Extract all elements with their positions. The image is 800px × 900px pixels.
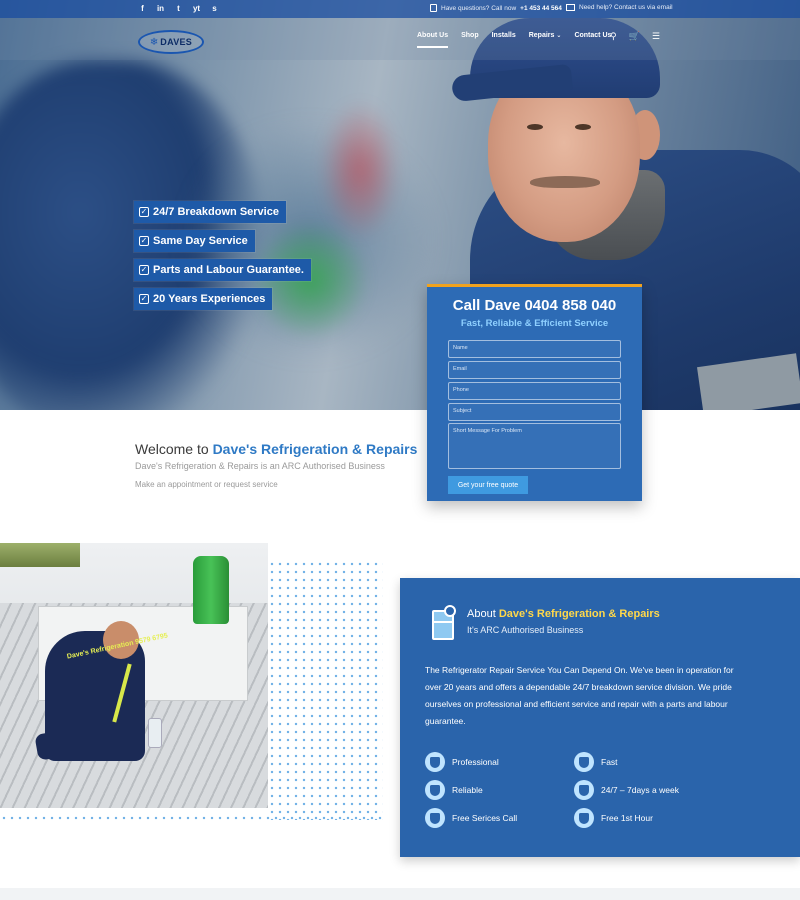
- quote-form-card: Call Dave 0404 858 040 Fast, Reliable & …: [427, 284, 642, 501]
- photo-trees: [0, 543, 80, 567]
- snowflake-icon: ❄: [149, 36, 159, 48]
- social-links: f in t yt s: [138, 3, 219, 14]
- nav-icons: ⚲ 🛒 ☰: [610, 32, 660, 41]
- email-label[interactable]: Need help? Contact us via email: [579, 4, 673, 11]
- photo-spray-bottle: [148, 718, 162, 748]
- feature-label: 24/7 – 7days a week: [601, 785, 679, 795]
- shield-icon: [574, 808, 594, 828]
- cart-icon[interactable]: 🛒: [629, 32, 640, 41]
- dot-pattern: [268, 560, 383, 820]
- subject-field[interactable]: Subject: [448, 403, 621, 421]
- main-nav: ❄ DAVES About Us Shop Installs Repairs ⌄ …: [0, 18, 800, 60]
- phone-icon: [430, 4, 437, 12]
- hero-banner: [0, 0, 800, 410]
- feature-badge-label: 24/7 Breakdown Service: [153, 206, 279, 218]
- call-label: Have questions? Call now: [441, 4, 517, 12]
- search-icon[interactable]: ⚲: [610, 32, 617, 41]
- nav-item-about-us[interactable]: About Us: [417, 32, 449, 48]
- wrench-icon: [444, 605, 456, 617]
- about-subtitle: It's ARC Authorised Business: [467, 625, 584, 635]
- about-panel: About Dave's Refrigeration & Repairs It'…: [400, 578, 800, 857]
- feature-badge-label: Parts and Labour Guarantee.: [153, 264, 304, 276]
- shield-icon: [574, 780, 594, 800]
- shield-icon: [425, 780, 445, 800]
- logo[interactable]: ❄ DAVES: [138, 30, 204, 54]
- name-field[interactable]: Name: [448, 340, 621, 358]
- feature-badge: ✓ Same Day Service: [134, 230, 255, 252]
- hero-background-red-part: [320, 100, 400, 240]
- feature-label: Fast: [601, 757, 618, 767]
- feature-badge-label: 20 Years Experiences: [153, 293, 266, 305]
- about-heading: About Dave's Refrigeration & Repairs: [467, 608, 660, 620]
- about-paragraph: The Refrigerator Repair Service You Can …: [425, 665, 734, 726]
- nav-item-shop[interactable]: Shop: [461, 32, 479, 39]
- nav-item-repairs-label: Repairs: [528, 32, 555, 39]
- shield-icon: [574, 752, 594, 772]
- linkedin-icon[interactable]: in: [156, 3, 165, 14]
- top-call[interactable]: Have questions? Call now +1 453 44 564: [430, 4, 562, 12]
- top-email[interactable]: Need help? Contact us via email: [566, 4, 673, 11]
- feature-item: Professional: [425, 752, 499, 772]
- twitter-icon[interactable]: t: [174, 3, 183, 14]
- about-prefix: About: [467, 608, 496, 620]
- nav-menu: About Us Shop Installs Repairs ⌄ Contact …: [417, 32, 624, 48]
- welcome-brand: Dave's Refrigeration & Repairs: [212, 441, 418, 457]
- welcome-cta-text: Make an appointment or request service: [135, 480, 278, 489]
- nav-item-installs[interactable]: Installs: [492, 32, 516, 39]
- call-phone[interactable]: +1 453 44 564: [520, 5, 562, 12]
- welcome-heading: Welcome to Dave's Refrigeration & Repair…: [135, 441, 417, 457]
- feature-item: Fast: [574, 752, 618, 772]
- form-title: Call Dave 0404 858 040: [452, 297, 617, 314]
- hero-worker-eye: [575, 124, 591, 130]
- checkbox-icon: ✓: [139, 236, 149, 246]
- feature-item: Free 1st Hour: [574, 808, 653, 828]
- feature-badge: ✓ 24/7 Breakdown Service: [134, 201, 286, 223]
- facebook-icon[interactable]: f: [138, 3, 147, 14]
- free-quote-button[interactable]: Get your free quote: [448, 476, 528, 494]
- checkbox-icon: ✓: [139, 294, 149, 304]
- photo-green-tank: [193, 556, 229, 624]
- technician-photo: Dave's Refrigeration 9579 6795: [0, 543, 268, 808]
- form-subtitle: Fast, Reliable & Efficient Service: [460, 318, 609, 329]
- chevron-down-icon: ⌄: [556, 33, 562, 39]
- feature-item: Free Serices Call: [425, 808, 517, 828]
- feature-label: Reliable: [452, 785, 483, 795]
- feature-label: Professional: [452, 757, 499, 767]
- message-field[interactable]: Short Message For Problem: [448, 423, 621, 469]
- feature-badge: ✓ Parts and Labour Guarantee.: [134, 259, 311, 281]
- youtube-icon[interactable]: yt: [192, 3, 201, 14]
- hero-worker-mustache: [530, 176, 600, 188]
- feature-label: Free 1st Hour: [601, 813, 653, 823]
- feature-badge: ✓ 20 Years Experiences: [134, 288, 273, 310]
- feature-label: Free Serices Call: [452, 813, 518, 823]
- dot-pattern: [0, 814, 383, 822]
- checkbox-icon: ✓: [139, 207, 149, 217]
- mail-icon: [566, 4, 575, 11]
- hero-worker-eye: [527, 124, 543, 130]
- welcome-subtitle: Dave's Refrigeration & Repairs is an ARC…: [135, 461, 385, 471]
- shield-icon: [425, 752, 445, 772]
- feature-item: 24/7 – 7days a week: [574, 780, 679, 800]
- email-field[interactable]: Email: [448, 361, 621, 379]
- about-brand: Dave's Refrigeration & Repairs: [498, 608, 660, 620]
- welcome-prefix: Welcome to: [135, 441, 209, 457]
- checkbox-icon: ✓: [139, 265, 149, 275]
- feature-badge-label: Same Day Service: [153, 235, 248, 247]
- shield-icon: [425, 808, 445, 828]
- skype-icon[interactable]: s: [210, 3, 219, 14]
- top-bar: f in t yt s Have questions? Call now +1 …: [0, 0, 800, 18]
- menu-icon[interactable]: ☰: [652, 32, 660, 41]
- phone-field[interactable]: Phone: [448, 382, 621, 400]
- footer-strip: [0, 888, 800, 900]
- nav-item-repairs[interactable]: Repairs ⌄: [529, 32, 562, 39]
- logo-text: DAVES: [160, 37, 193, 47]
- nav-item-contact-us[interactable]: Contact Us: [574, 32, 611, 39]
- feature-item: Reliable: [425, 780, 483, 800]
